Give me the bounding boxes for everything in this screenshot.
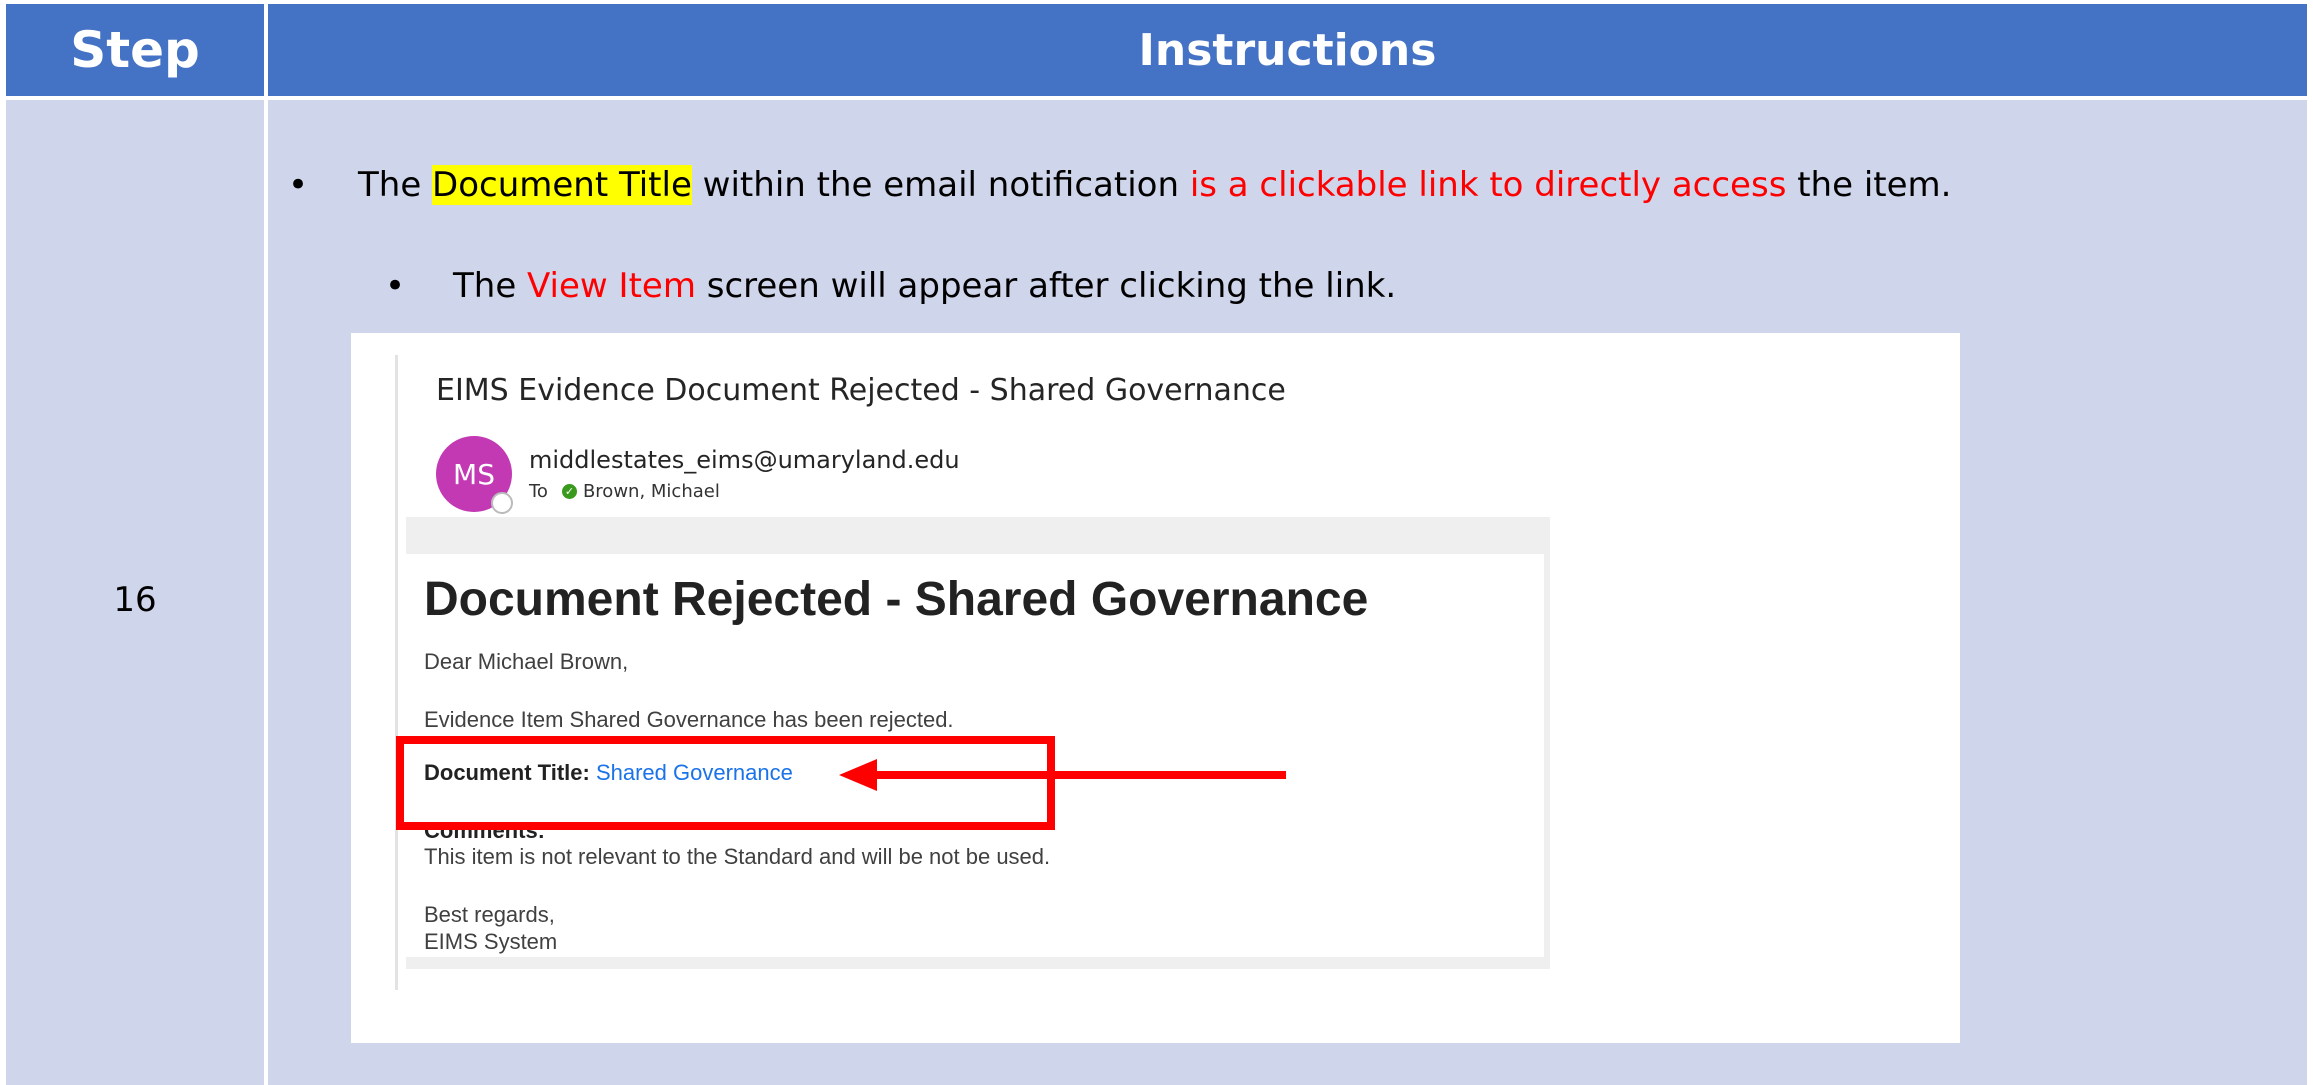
- presence-status-icon: [491, 492, 513, 514]
- header-step: Step: [6, 4, 264, 96]
- email-subject: EIMS Evidence Document Rejected - Shared…: [436, 373, 1286, 408]
- signature-text: EIMS System: [424, 929, 558, 954]
- signoff-text: Best regards,: [424, 902, 555, 927]
- status-text: Evidence Item Shared Governance has been…: [424, 707, 954, 732]
- highlighted-term: Document Title: [432, 165, 692, 205]
- greeting-text: Dear Michael Brown,: [424, 649, 629, 674]
- body-bottom-bar: [406, 957, 1550, 969]
- instruction-table: Step Instructions 16 • The Document Title…: [0, 0, 2313, 1085]
- instruction-bullet-2: • The View Item screen will appear after …: [385, 266, 1397, 306]
- email-heading: Document Rejected - Shared Governance: [424, 573, 1369, 626]
- step-number: 16: [113, 580, 157, 620]
- bullet-icon: •: [288, 165, 309, 205]
- email-screenshot: EIMS Evidence Document Rejected - Shared…: [351, 333, 1960, 1043]
- red-arrow-icon: [861, 771, 1286, 779]
- body-right-bar: [1544, 554, 1550, 965]
- emphasis-text: View Item: [527, 266, 696, 306]
- highlight-box: [396, 736, 1055, 830]
- bullet-icon: •: [385, 266, 406, 306]
- instruction-bullet-1: • The Document Title within the email not…: [288, 165, 1952, 205]
- step-cell: 16: [6, 100, 264, 1085]
- emphasis-text: is a clickable link to directly access: [1189, 165, 1787, 205]
- comments-text: This item is not relevant to the Standar…: [424, 844, 1051, 869]
- sender-address: middlestates_eims@umaryland.edu: [529, 446, 960, 474]
- recipient-line: To ✓ Brown, Michael: [529, 481, 720, 502]
- header-instructions: Instructions: [268, 4, 2307, 96]
- body-top-bar: [406, 517, 1550, 554]
- recipient-check-icon: ✓: [561, 484, 577, 499]
- recipient-name: Brown, Michael: [582, 481, 720, 502]
- divider: [395, 355, 398, 990]
- red-arrow-head-icon: [839, 759, 877, 791]
